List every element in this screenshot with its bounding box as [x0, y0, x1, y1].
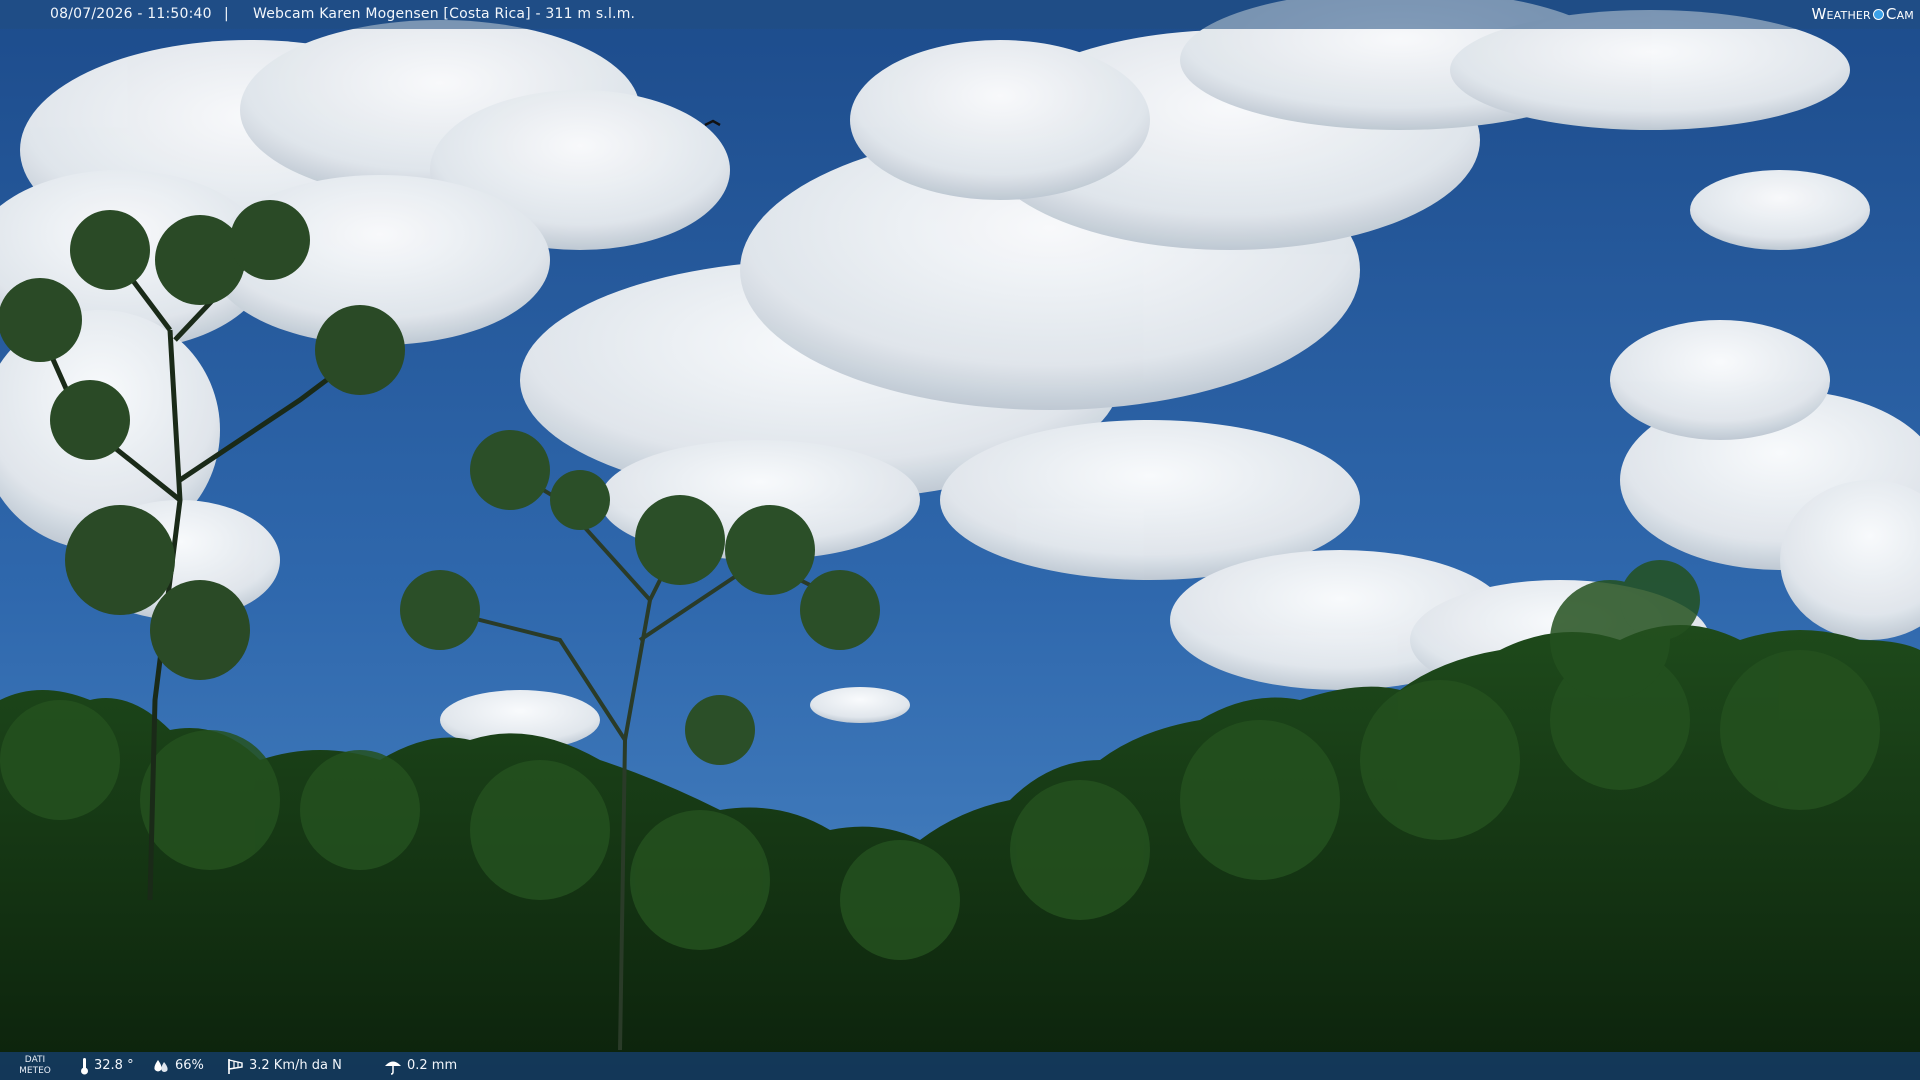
rain-value: 0.2 mm: [407, 1058, 458, 1073]
wind-reading: 3.2 Km/h da N: [226, 1052, 342, 1080]
wind-value: 3.2 Km/h da N: [249, 1058, 342, 1073]
temperature-value: 32.8 °: [94, 1058, 134, 1073]
temperature-reading: 32.8 °: [80, 1052, 134, 1080]
windsock-icon: [228, 1059, 243, 1074]
top-info-bar: 08/07/2026 - 11:50:40 | Webcam Karen Mog…: [0, 0, 1920, 29]
brand-right: Cam: [1885, 5, 1914, 23]
webcam-frame: 08/07/2026 - 11:50:40 | Webcam Karen Mog…: [0, 0, 1920, 1080]
meteo-label-line1: DATI: [24, 1055, 46, 1065]
brand-left: Weather: [1811, 5, 1871, 23]
meteo-label: DATI METEO: [18, 1055, 52, 1077]
umbrella-icon: [385, 1061, 401, 1075]
humidity-value: 66%: [175, 1058, 204, 1073]
timestamp: 08/07/2026 - 11:50:40: [50, 6, 212, 22]
rain-reading: 0.2 mm: [384, 1052, 457, 1080]
webcam-title: Webcam Karen Mogensen [Costa Rica] - 311…: [253, 6, 636, 22]
separator: |: [224, 6, 229, 22]
humidity-reading: 66%: [152, 1052, 204, 1080]
thermometer-icon: [81, 1058, 88, 1075]
droplets-icon: [154, 1060, 168, 1072]
weathercam-logo: Weather Cam: [1811, 0, 1914, 29]
meteo-label-line2: METEO: [19, 1066, 51, 1076]
brand-dot-icon: [1872, 9, 1884, 20]
webcam-image: [0, 0, 1920, 1080]
meteo-bar: DATI METEO 32.8 ° 66% 3.2 Km/h da N 0.2 …: [0, 1052, 1920, 1080]
